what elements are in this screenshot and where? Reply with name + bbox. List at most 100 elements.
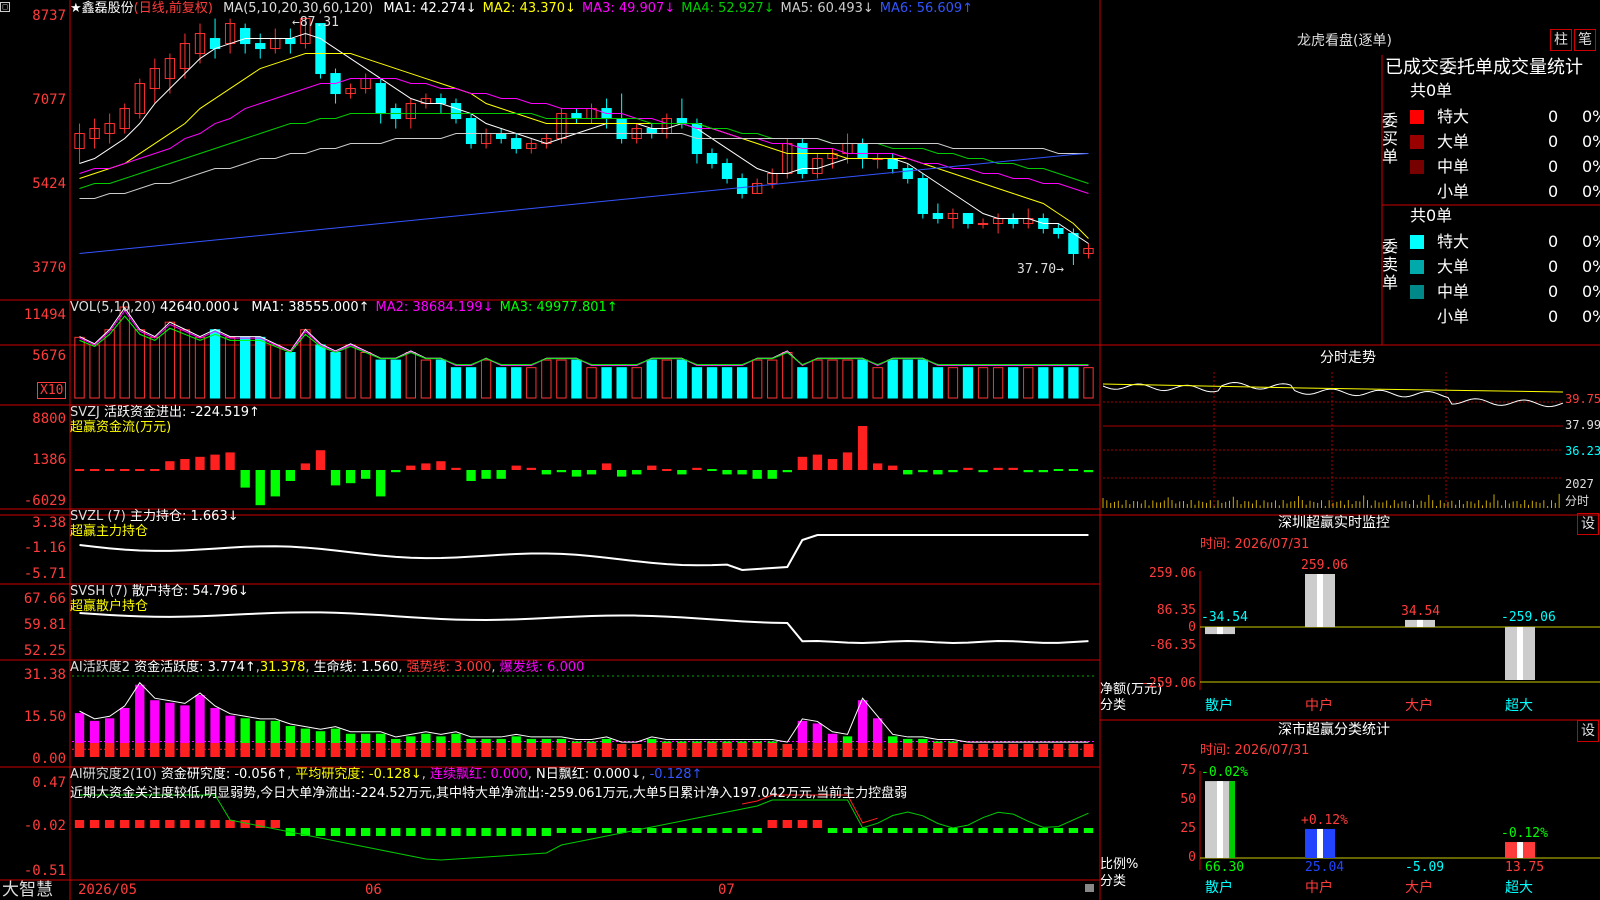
candle-57: [932, 213, 944, 220]
sell-name-2: 中单: [1437, 282, 1470, 301]
ai2-bar-51: [842, 828, 853, 833]
candle-29: [511, 138, 522, 150]
vol-bar-24: [435, 359, 447, 399]
svzj-bar-47: [782, 470, 792, 473]
svzj-bar-7: [180, 459, 190, 470]
buy-row-0: 特大 0 0%: [1410, 106, 1600, 128]
ai2-bar-65: [1053, 828, 1064, 833]
svzj-bar-45: [752, 470, 762, 479]
main-chart-canvas[interactable]: [0, 0, 1600, 900]
svzj-y-3: -6029: [23, 493, 66, 509]
svzj-bar-22: [406, 465, 416, 470]
svzj-bar-35: [601, 463, 612, 470]
sz-stats-settings-button[interactable]: 设: [1577, 720, 1599, 742]
ai2-bar-66: [1068, 828, 1079, 833]
svzj-bar-51: [842, 452, 853, 470]
vol-bar-16: [315, 344, 326, 399]
lock-icon[interactable]: [1085, 884, 1094, 892]
ai1-base-61: [993, 744, 1003, 757]
kline-title-row: ★鑫磊股份(日线,前复权) MA(5,10,20,30,60,120) MA1:…: [70, 1, 973, 17]
tick-mode-button[interactable]: 笔: [1574, 29, 1596, 51]
vol-bar-2: [104, 329, 115, 399]
svzj-bar-60: [978, 470, 988, 473]
ai1-base-67: [1083, 744, 1094, 757]
buy-name-0: 特大: [1437, 107, 1470, 126]
vol-bar-30: [526, 367, 537, 399]
sell-row-0: 特大 0 0%: [1410, 231, 1600, 253]
sz2-value-1: 25.04: [1305, 860, 1345, 875]
ai1-base-21: [391, 743, 401, 757]
candle-38: [646, 128, 657, 135]
ai2-bar-64: [1038, 828, 1048, 833]
ai1-base-23: [421, 743, 431, 757]
sz1-y-2: 0: [1188, 620, 1196, 635]
brand-logo[interactable]: 大智慧: [2, 880, 53, 900]
ai1-base-56: [918, 743, 928, 757]
bar-mode-button[interactable]: 柱: [1550, 29, 1572, 51]
vol-bar-6: [164, 321, 176, 399]
buy-count-0: 0: [1548, 107, 1559, 126]
sell-count-0: 0: [1548, 232, 1559, 251]
vol-bar-41: [691, 367, 703, 399]
ai1-base-54: [888, 743, 898, 757]
ai2-bar-62: [1008, 828, 1018, 833]
svzj-bar-52: [857, 426, 868, 470]
sz1-cat-3: 超大: [1505, 698, 1533, 714]
ai2-bar-3: [120, 820, 130, 828]
vol-bar-1: [89, 344, 100, 399]
sz-monitor-settings-button[interactable]: 设: [1577, 513, 1599, 535]
candle-11: [240, 28, 251, 45]
candle-28: [496, 133, 507, 140]
candle-43: [721, 163, 733, 180]
candle-42: [706, 153, 718, 165]
buy-pct-3: 0%: [1582, 182, 1600, 201]
vol-bar-28: [496, 367, 507, 399]
sz2-cat-0: 散户: [1205, 880, 1233, 896]
ai2-header: AI研究度2(10) 资金研究度: -0.056↑, 平均研究度: -0.128…: [70, 767, 703, 782]
vol-bar-17: [330, 352, 341, 399]
candle-14: [285, 38, 296, 45]
vol-unit-badge[interactable]: X10: [37, 382, 67, 399]
ai1-base-49: [812, 743, 823, 757]
stock-name[interactable]: ★鑫磊股份: [70, 1, 134, 16]
vol-bar-38: [646, 359, 657, 399]
ai1-base-1: [89, 743, 100, 757]
svzj-bar-29: [511, 465, 521, 470]
ai2-bar-54: [888, 828, 898, 833]
svzj-bar-8: [195, 456, 205, 470]
ai1-base-62: [1008, 744, 1018, 757]
dragon-tabs[interactable]: 已成交委托单成交量统计: [1385, 57, 1583, 79]
svzj-bar-57: [933, 470, 943, 475]
vol-ma2-line: [79, 309, 1089, 366]
ai2-bar-19: [360, 828, 371, 836]
ai1-base-30: [526, 743, 536, 757]
ai1-base-17: [330, 743, 341, 757]
sz1-bar-hl-1: [1317, 574, 1323, 627]
intraday-y-4: 2027: [1565, 477, 1594, 491]
vol-bar-13: [270, 344, 281, 399]
ai1-base-52: [857, 743, 868, 757]
svzj-bar-34: [586, 470, 597, 475]
vol-bar-26: [465, 367, 477, 399]
svzj-bar-28: [496, 470, 506, 479]
ai1-base-4: [135, 743, 145, 757]
high-price-label: ←87.31: [292, 15, 339, 30]
vol-bar-40: [676, 359, 688, 399]
svzj-bar-4: [135, 469, 145, 471]
ai2-bar-50: [827, 828, 838, 833]
ai1-base-47: [782, 744, 792, 757]
buy-count-2: 0: [1548, 157, 1559, 176]
buy-row-1: 大单 0 0%: [1410, 131, 1600, 153]
candle-60: [977, 223, 989, 226]
ai2-bar-27: [481, 828, 491, 836]
svzj-bar-15: [300, 463, 311, 470]
candle-16: [315, 23, 326, 75]
vol-bar-20: [375, 359, 386, 399]
sell-pct-1: 0%: [1582, 257, 1600, 276]
buy-pct-0: 0%: [1582, 107, 1600, 126]
svzj-bar-61: [993, 467, 1003, 470]
svzj-bar-5: [150, 469, 160, 471]
ma-value-4: MA4: 52.927↓: [681, 1, 775, 16]
svzj-bar-1: [89, 469, 100, 471]
ai1-base-42: [707, 743, 717, 757]
